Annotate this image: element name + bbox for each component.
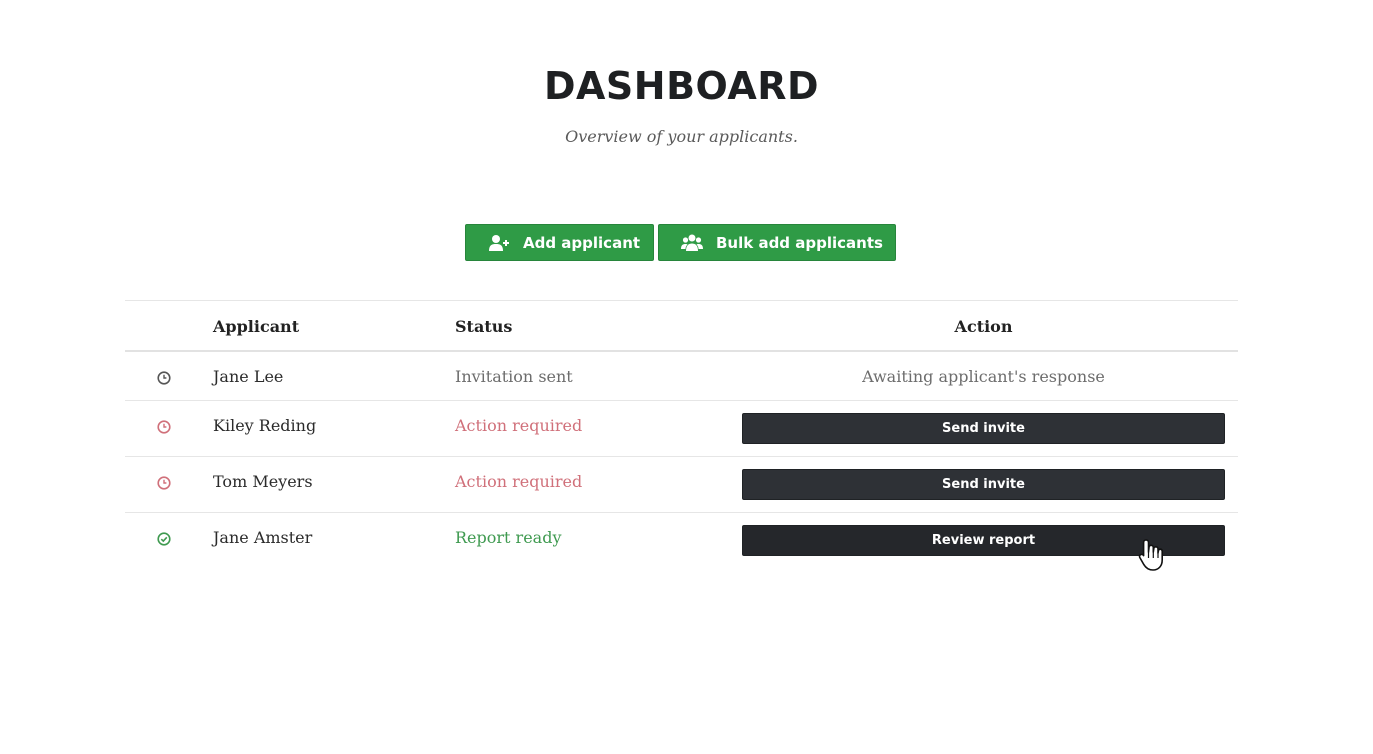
clock-icon [157,370,171,385]
add-applicant-label: Add applicant [523,233,641,252]
table-row: Kiley Reding Action required Send invite [125,401,1238,456]
clock-icon [157,419,171,434]
add-applicant-button[interactable]: Add applicant [465,224,654,261]
bulk-add-applicants-button[interactable]: Bulk add applicants [658,224,896,261]
clock-icon [157,475,171,490]
applicant-status: Report ready [455,528,562,547]
column-header-status: Status [455,317,513,336]
action-status-text: Awaiting applicant's response [862,367,1105,386]
page-title: DASHBOARD [543,64,820,108]
applicant-status: Invitation sent [455,367,573,386]
send-invite-button[interactable]: Send invite [742,413,1225,444]
user-plus-icon [488,234,510,252]
applicant-name: Jane Amster [213,528,313,547]
applicant-name: Tom Meyers [213,472,313,491]
applicant-status: Action required [455,416,583,435]
table-row: Jane Amster Report ready Review report [125,513,1238,568]
column-header-action: Action [954,317,1013,336]
bulk-add-applicants-label: Bulk add applicants [716,233,883,252]
table-row: Jane Lee Invitation sent Awaiting applic… [125,352,1238,400]
table-header-row: Applicant Status Action [125,301,1238,350]
hand-pointer-cursor-icon [1138,538,1164,572]
page-subtitle: Overview of your applicants. [565,127,798,146]
applicant-name: Jane Lee [213,367,284,386]
users-icon [681,234,703,252]
table-row: Tom Meyers Action required Send invite [125,457,1238,512]
column-header-applicant: Applicant [213,317,300,336]
applicant-name: Kiley Reding [213,416,317,435]
applicants-table: Applicant Status Action Jane Lee Invitat… [125,300,1238,568]
send-invite-button[interactable]: Send invite [742,469,1225,500]
applicant-status: Action required [455,472,583,491]
check-circle-icon [157,531,171,546]
